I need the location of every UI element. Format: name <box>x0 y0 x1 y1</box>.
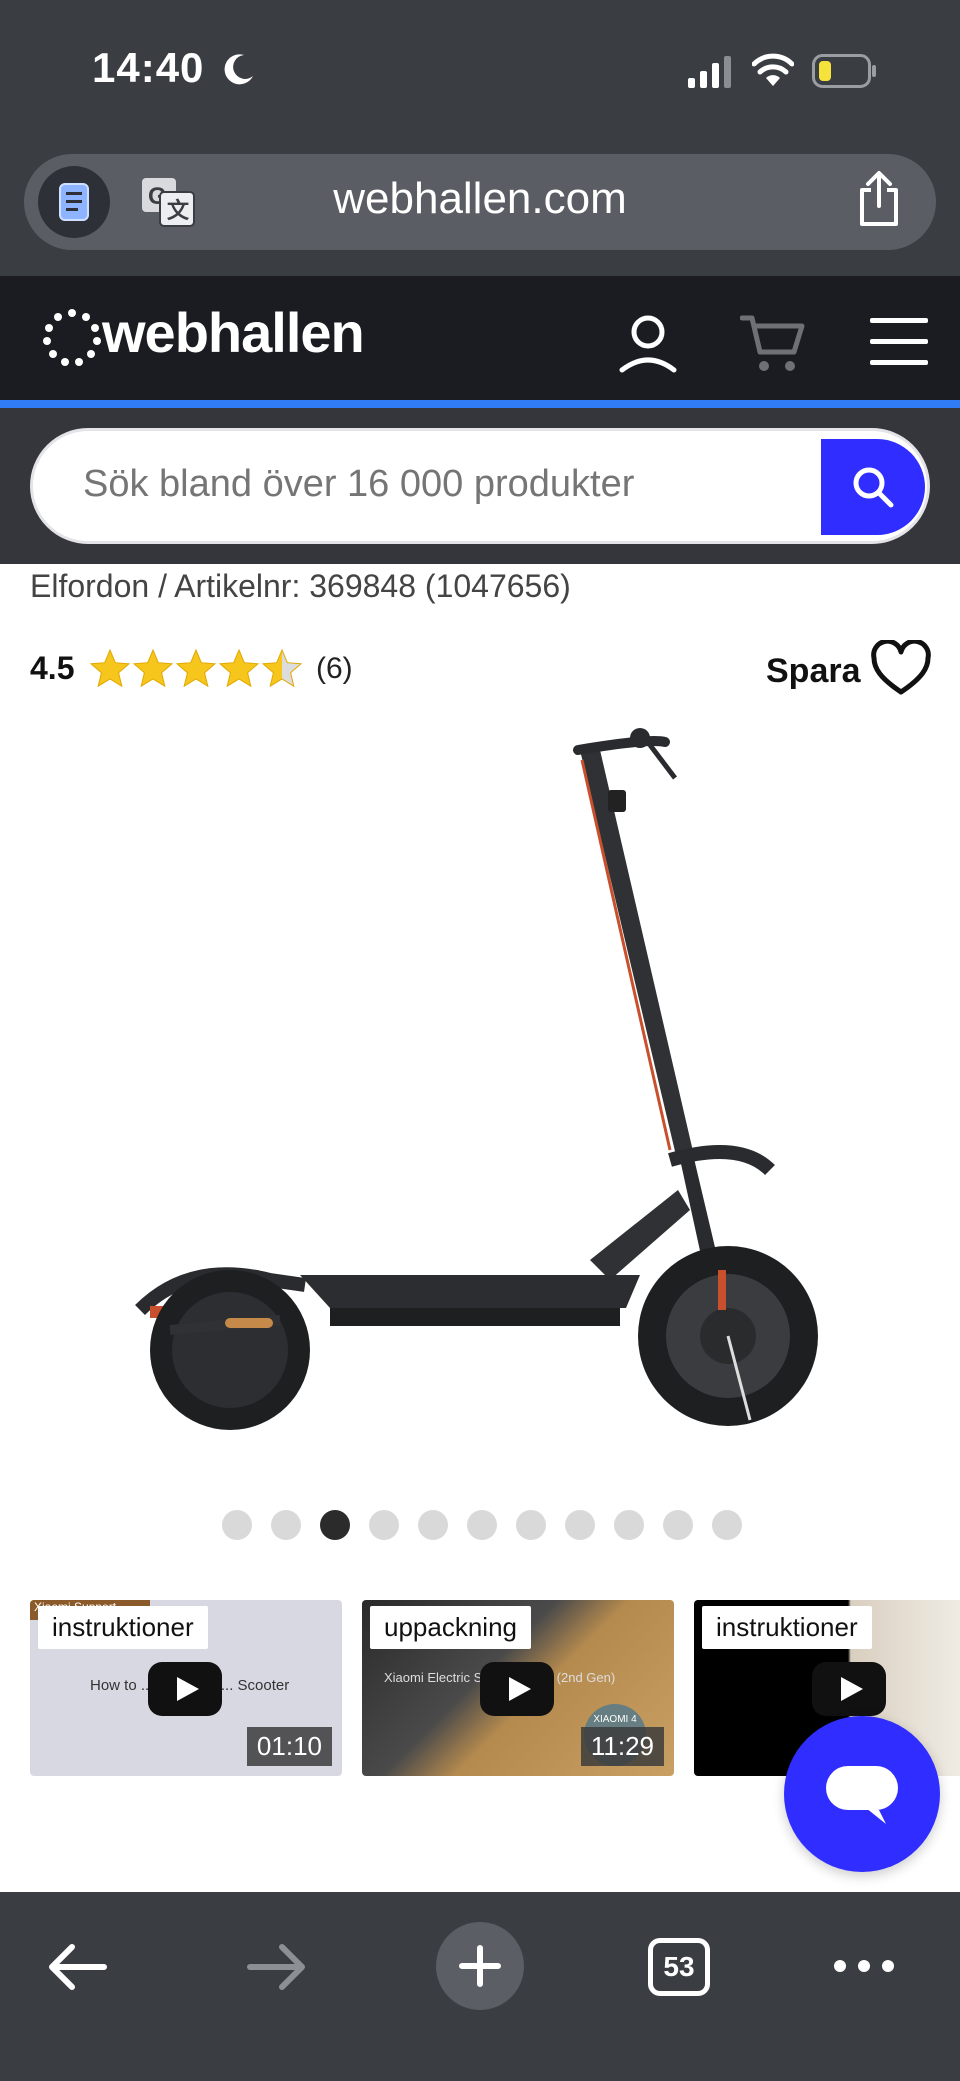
play-icon[interactable] <box>812 1662 886 1716</box>
more-icon[interactable] <box>832 1954 896 1978</box>
save-button[interactable]: Spara <box>766 640 936 700</box>
video-duration: 11:29 <box>580 1727 664 1766</box>
url-text[interactable]: webhallen.com <box>24 174 936 224</box>
wifi-icon <box>752 53 794 86</box>
webhallen-logo[interactable]: webhallen <box>42 298 365 378</box>
breadcrumb: Elfordon / Artikelnr: 369848 (1047656) <box>30 568 571 604</box>
gallery-dot[interactable] <box>222 1510 252 1540</box>
video-duration: 01:10 <box>246 1727 332 1766</box>
video-tag: instruktioner <box>38 1606 208 1649</box>
chat-button[interactable] <box>784 1716 940 1872</box>
video-tag: instruktioner <box>702 1606 872 1649</box>
search-input[interactable] <box>83 463 783 506</box>
status-time: 14:40 <box>92 44 205 91</box>
product-image-scooter[interactable] <box>130 720 830 1460</box>
logo-dots-icon <box>43 309 101 366</box>
gallery-dot[interactable] <box>663 1510 693 1540</box>
save-label: Spara <box>766 652 861 690</box>
search-section <box>0 408 960 564</box>
gallery-dot[interactable] <box>369 1510 399 1540</box>
site-header: webhallen <box>0 276 960 400</box>
gallery-dot[interactable] <box>565 1510 595 1540</box>
browser-toolbar: 53 <box>0 1892 960 2081</box>
back-arrow-icon[interactable] <box>46 1942 108 1992</box>
rating-score: 4.5 <box>30 650 75 686</box>
play-icon[interactable] <box>480 1662 554 1716</box>
star-icon <box>261 648 303 688</box>
logo-text: webhallen <box>102 301 365 364</box>
gallery-dot[interactable] <box>712 1510 742 1540</box>
cart-icon[interactable] <box>740 312 806 374</box>
star-icon <box>218 648 260 688</box>
rating-count: (6) <box>316 652 353 685</box>
video-thumbnail[interactable]: Xiaomi Support How to ... your Mi E... S… <box>30 1600 342 1776</box>
gallery-dot[interactable] <box>271 1510 301 1540</box>
new-tab-button[interactable] <box>436 1922 524 2010</box>
battery-icon <box>812 54 876 88</box>
moon-icon <box>224 54 253 85</box>
gallery-dot[interactable] <box>467 1510 497 1540</box>
search-icon <box>853 467 894 508</box>
browser-chrome: 14:40 G 文 webhallen.com <box>0 0 960 276</box>
plus-icon <box>459 1945 501 1987</box>
rating-stars <box>89 648 303 688</box>
share-icon[interactable] <box>854 170 904 228</box>
header-accent-line <box>0 400 960 408</box>
star-icon <box>132 648 174 688</box>
star-icon <box>89 648 131 688</box>
video-tag: uppackning <box>370 1606 531 1649</box>
tabs-button[interactable]: 53 <box>648 1938 710 1996</box>
gallery-dot[interactable] <box>516 1510 546 1540</box>
user-icon[interactable] <box>616 312 680 376</box>
star-icon <box>175 648 217 688</box>
menu-icon[interactable] <box>868 314 930 370</box>
search-button[interactable] <box>821 439 925 535</box>
gallery-dot[interactable] <box>418 1510 448 1540</box>
gallery-pagination <box>220 1510 742 1544</box>
search-box[interactable] <box>30 428 930 544</box>
heart-icon <box>871 640 931 695</box>
address-bar[interactable]: G 文 webhallen.com <box>24 154 936 250</box>
signal-icon <box>688 56 731 88</box>
gallery-dot[interactable] <box>320 1510 350 1540</box>
forward-arrow-icon[interactable] <box>246 1942 308 1992</box>
video-thumbnail[interactable]: Xiaomi Electric Scooter 4 Pro (2nd Gen) … <box>362 1600 674 1776</box>
play-icon[interactable] <box>148 1662 222 1716</box>
gallery-dot[interactable] <box>614 1510 644 1540</box>
chat-bubble-icon <box>826 1766 898 1824</box>
